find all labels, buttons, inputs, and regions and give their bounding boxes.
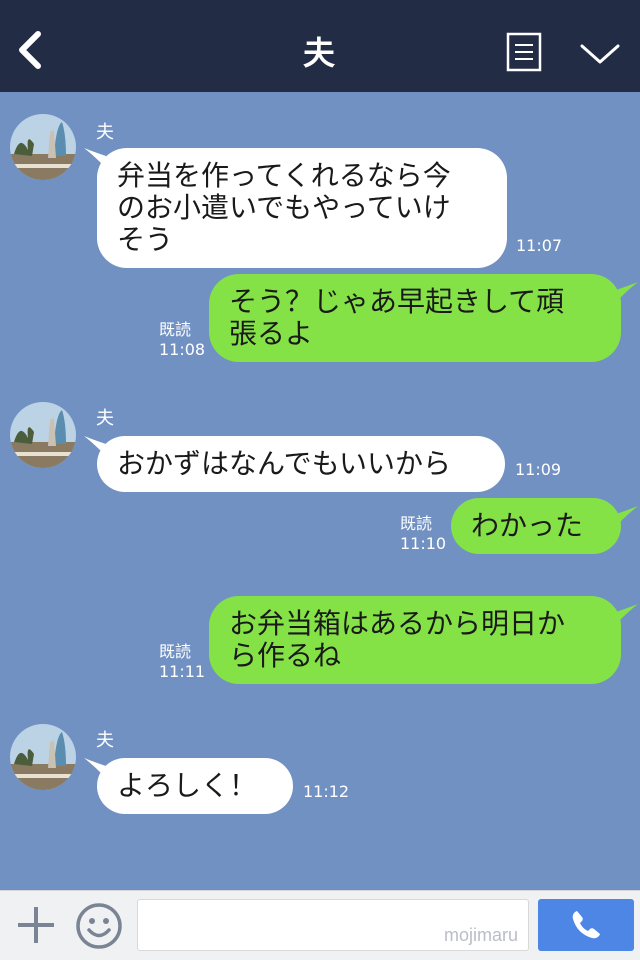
bubble-tail (616, 282, 638, 300)
bubble-tail (616, 604, 638, 622)
message-time: 11:11 (159, 662, 206, 681)
dropdown-button[interactable] (578, 38, 622, 68)
message-bubble-outgoing[interactable]: そう？じゃあ早起きして頑 張るよ (209, 274, 621, 362)
message-line: のお小遣いでもやっていけ (117, 191, 451, 224)
chat-area[interactable]: 夫 弁当を作ってくれるなら今 のお小遣いでもやっていけ そう 11:07 既読 … (0, 92, 640, 890)
profile-photo-icon (10, 114, 76, 180)
message-line: おかずはなんでもいいから (117, 447, 452, 480)
sender-name: 夫 (96, 408, 114, 429)
read-label: 既読 (159, 642, 192, 661)
message-bubble-incoming[interactable]: 弁当を作ってくれるなら今 のお小遣いでもやっていけ そう (97, 148, 507, 268)
message-line: 張るよ (229, 317, 314, 350)
message-bubble-outgoing[interactable]: お弁当箱はあるから明日か ら作るね (209, 596, 621, 684)
read-label: 既読 (400, 514, 433, 533)
message-line: そう？じゃあ早起きして頑 (229, 285, 565, 318)
message-line: お弁当箱はあるから明日か (229, 607, 566, 640)
message-input[interactable]: mojimaru (137, 899, 529, 951)
message-line: そう (117, 223, 174, 256)
add-button[interactable] (14, 903, 58, 947)
profile-photo-icon (10, 724, 76, 790)
message-line: ら作るね (229, 639, 342, 672)
message-line: わかった (471, 509, 584, 542)
message-time: 11:12 (303, 782, 350, 801)
plus-icon (18, 907, 54, 943)
chevron-down-icon (580, 44, 620, 64)
emoji-button[interactable] (74, 901, 124, 951)
list-icon (506, 32, 542, 72)
message-time: 11:07 (516, 236, 563, 255)
avatar[interactable] (10, 402, 76, 468)
message-time: 11:10 (400, 534, 447, 553)
read-label: 既読 (159, 320, 192, 339)
read-receipt: 既読 11:10 (400, 514, 446, 554)
phone-icon (572, 911, 600, 939)
message-line: 弁当を作ってくれるなら今 (117, 159, 451, 192)
smiley-icon (76, 903, 122, 949)
message-bubble-outgoing[interactable]: わかった (451, 498, 621, 554)
avatar[interactable] (10, 724, 76, 790)
input-bar: mojimaru (0, 890, 640, 960)
menu-button[interactable] (506, 32, 542, 72)
sender-name: 夫 (96, 730, 114, 751)
chat-title: 夫 (302, 34, 337, 72)
read-receipt: 既読 11:11 (159, 642, 205, 682)
watermark: mojimaru (443, 925, 518, 945)
message-line: よろしく！ (117, 769, 258, 802)
message-time: 11:08 (159, 340, 206, 359)
call-button[interactable] (538, 899, 634, 951)
message-bubble-incoming[interactable]: おかずはなんでもいいから (97, 436, 505, 492)
read-receipt: 既読 11:08 (159, 320, 205, 360)
message-time: 11:09 (515, 460, 562, 479)
profile-photo-icon (10, 402, 76, 468)
bubble-tail (616, 506, 638, 524)
chat-header: 夫 (0, 0, 640, 92)
sender-name: 夫 (96, 122, 114, 143)
message-bubble-incoming[interactable]: よろしく！ (97, 758, 293, 814)
avatar[interactable] (10, 114, 76, 180)
